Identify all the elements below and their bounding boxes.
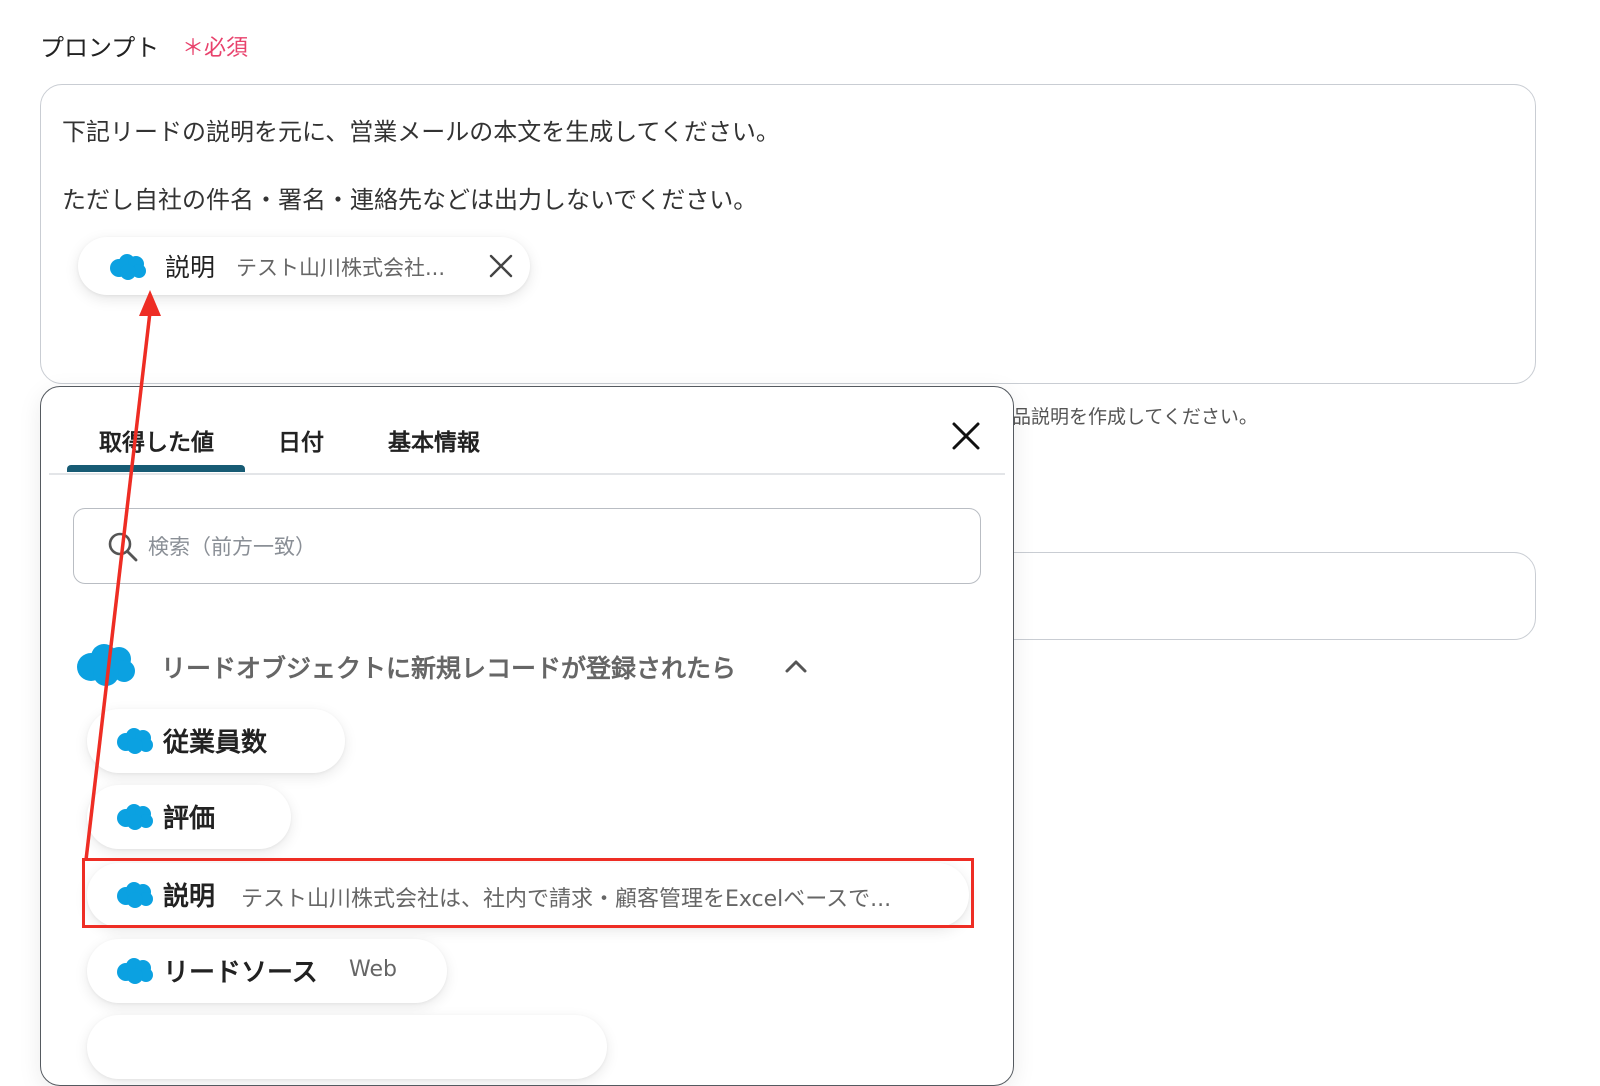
group-title: リードオブジェクトに新規レコードが登録されたら [161, 654, 737, 683]
salesforce-cloud-icon [75, 642, 137, 692]
list-item[interactable]: リードソース Web [87, 939, 447, 1003]
prompt-text-line-2: ただし自社の件名・署名・連絡先などは出力しないでください。 [62, 186, 758, 214]
hint-text: 品説明を作成してください。 [1012, 406, 1258, 428]
text-field[interactable] [980, 552, 1536, 640]
list-item-description[interactable]: 説明 テスト山川株式会社は、社内で請求・顧客管理をExcelベースで... [87, 863, 969, 927]
variable-chip-description[interactable]: 説明 テスト山川株式会社... [78, 237, 530, 295]
salesforce-cloud-icon [115, 727, 155, 759]
chevron-up-icon[interactable] [783, 656, 809, 680]
list-item[interactable] [87, 1015, 607, 1079]
chip-value: テスト山川株式会社... [236, 256, 446, 280]
prompt-text-line-1: 下記リードの説明を元に、営業メールの本文を生成してください。 [62, 118, 780, 146]
search-input[interactable] [146, 529, 950, 565]
close-icon[interactable] [488, 253, 514, 283]
list-item[interactable]: 評価 [87, 785, 291, 849]
item-label: 評価 [163, 804, 216, 834]
item-value: Web [349, 957, 397, 982]
chip-label: 説明 [165, 253, 216, 282]
salesforce-cloud-icon [115, 957, 155, 989]
item-label: リードソース [163, 958, 318, 988]
search-input-wrapper[interactable] [73, 508, 981, 584]
tab-basic-info[interactable]: 基本情報 [388, 423, 480, 457]
salesforce-cloud-icon [115, 881, 155, 913]
item-label: 説明 [163, 882, 216, 912]
salesforce-cloud-icon [108, 253, 148, 285]
tab-divider [49, 473, 1005, 475]
prompt-field-label: プロンプト [40, 34, 160, 62]
tab-date[interactable]: 日付 [278, 423, 324, 457]
required-mark: ＊必須 [182, 36, 249, 61]
item-label: 従業員数 [163, 728, 268, 758]
tab-retrieved-values[interactable]: 取得した値 [99, 423, 214, 457]
salesforce-cloud-icon [115, 803, 155, 835]
trigger-group-header[interactable]: リードオブジェクトに新規レコードが登録されたら [75, 642, 835, 692]
active-tab-indicator [67, 465, 245, 472]
search-icon [107, 531, 139, 567]
value-picker-popup: 取得した値 日付 基本情報 リードオブジェクトに新規レコードが登録されたら 従業… [40, 386, 1014, 1086]
close-icon[interactable] [949, 419, 983, 457]
item-value: テスト山川株式会社は、社内で請求・顧客管理をExcelベースで... [241, 887, 892, 912]
list-item[interactable]: 従業員数 [87, 709, 345, 773]
